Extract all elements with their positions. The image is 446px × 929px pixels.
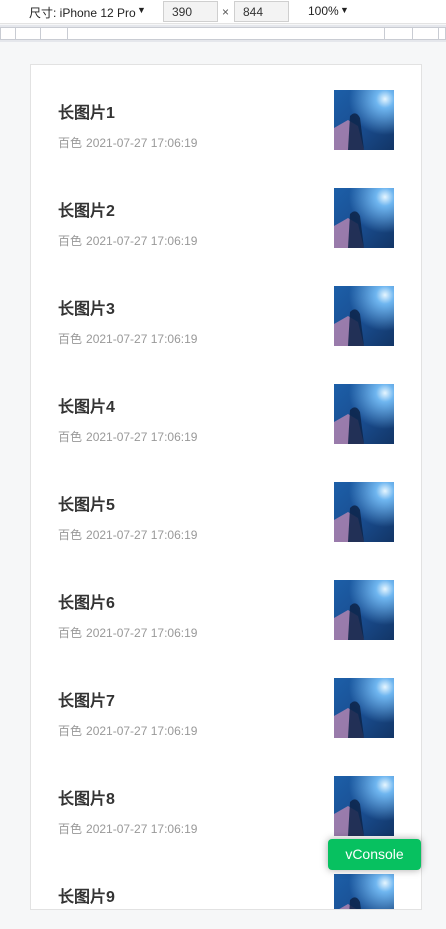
item-meta: 百色 2021-07-27 17:06:19 [58,330,197,347]
vconsole-button[interactable]: vConsole [328,839,421,870]
item-datetime: 2021-07-27 17:06:19 [86,626,198,640]
item-datetime: 2021-07-27 17:06:19 [86,136,198,150]
item-title: 长图片9 [58,889,115,906]
item-meta: 百色 2021-07-27 17:06:19 [58,624,197,641]
list-item[interactable]: 长图片8 百色 2021-07-27 17:06:19 [31,751,421,849]
item-datetime: 2021-07-27 17:06:19 [86,822,198,836]
item-meta: 百色 2021-07-27 17:06:19 [58,526,197,543]
width-input[interactable]: 390 [163,1,218,22]
ruler-segment[interactable] [67,27,385,40]
zoom-select[interactable]: 100% [308,4,339,18]
dimension-separator: × [222,5,230,19]
item-meta: 百色 2021-07-27 17:06:19 [58,134,197,151]
item-title: 长图片3 [58,301,115,318]
item-thumbnail [334,874,394,909]
item-datetime: 2021-07-27 17:06:19 [86,332,198,346]
list-item[interactable]: 长图片7 百色 2021-07-27 17:06:19 [31,653,421,751]
item-meta: 百色 2021-07-27 17:06:19 [58,232,197,249]
ruler-segment[interactable] [0,27,16,40]
item-meta: 百色 2021-07-27 17:06:19 [58,722,197,739]
item-author: 百色 [58,724,83,738]
list-item[interactable]: 长图片3 百色 2021-07-27 17:06:19 [31,261,421,359]
item-title: 长图片7 [58,693,115,710]
item-title: 长图片4 [58,399,115,416]
item-thumbnail [334,90,394,150]
item-title: 长图片1 [58,105,115,122]
phone-viewport: 长图片1 百色 2021-07-27 17:06:19 长图片2 百色 2021-0… [30,64,422,910]
device-toolbar: 尺寸: iPhone 12 Pro ▼ 390 × 844 100% ▼ [0,0,446,24]
caret-down-icon[interactable]: ▼ [340,5,349,15]
list-item[interactable]: 长图片1 百色 2021-07-27 17:06:19 [31,65,421,163]
item-meta: 百色 2021-07-27 17:06:19 [58,428,197,445]
item-datetime: 2021-07-27 17:06:19 [86,234,198,248]
item-author: 百色 [58,626,83,640]
item-thumbnail [334,580,394,640]
item-title: 长图片2 [58,203,115,220]
item-thumbnail [334,188,394,248]
list-item[interactable]: 长图片6 百色 2021-07-27 17:06:19 [31,555,421,653]
item-thumbnail [334,384,394,444]
item-title: 长图片5 [58,497,115,514]
item-thumbnail [334,286,394,346]
item-author: 百色 [58,528,83,542]
list-item[interactable]: 长图片5 百色 2021-07-27 17:06:19 [31,457,421,555]
item-author: 百色 [58,822,83,836]
item-thumbnail [334,678,394,738]
item-datetime: 2021-07-27 17:06:19 [86,430,198,444]
item-title: 长图片6 [58,595,115,612]
item-author: 百色 [58,136,83,150]
ruler-segment[interactable] [40,27,68,40]
height-input[interactable]: 844 [234,1,289,22]
item-author: 百色 [58,234,83,248]
item-meta: 百色 2021-07-27 17:06:19 [58,820,197,837]
ruler-segment[interactable] [15,27,41,40]
item-thumbnail [334,482,394,542]
media-query-ruler [0,25,446,42]
list-item[interactable]: 长图片2 百色 2021-07-27 17:06:19 [31,163,421,261]
item-title: 长图片8 [58,791,115,808]
list-item[interactable]: 长图片4 百色 2021-07-27 17:06:19 [31,359,421,457]
ruler-segment[interactable] [384,27,413,40]
ruler-segment[interactable] [412,27,439,40]
item-thumbnail [334,776,394,836]
item-datetime: 2021-07-27 17:06:19 [86,528,198,542]
ruler-segment[interactable] [438,27,446,40]
item-datetime: 2021-07-27 17:06:19 [86,724,198,738]
caret-down-icon[interactable]: ▼ [137,5,146,15]
item-author: 百色 [58,332,83,346]
item-author: 百色 [58,430,83,444]
device-select[interactable]: 尺寸: iPhone 12 Pro [29,4,136,21]
